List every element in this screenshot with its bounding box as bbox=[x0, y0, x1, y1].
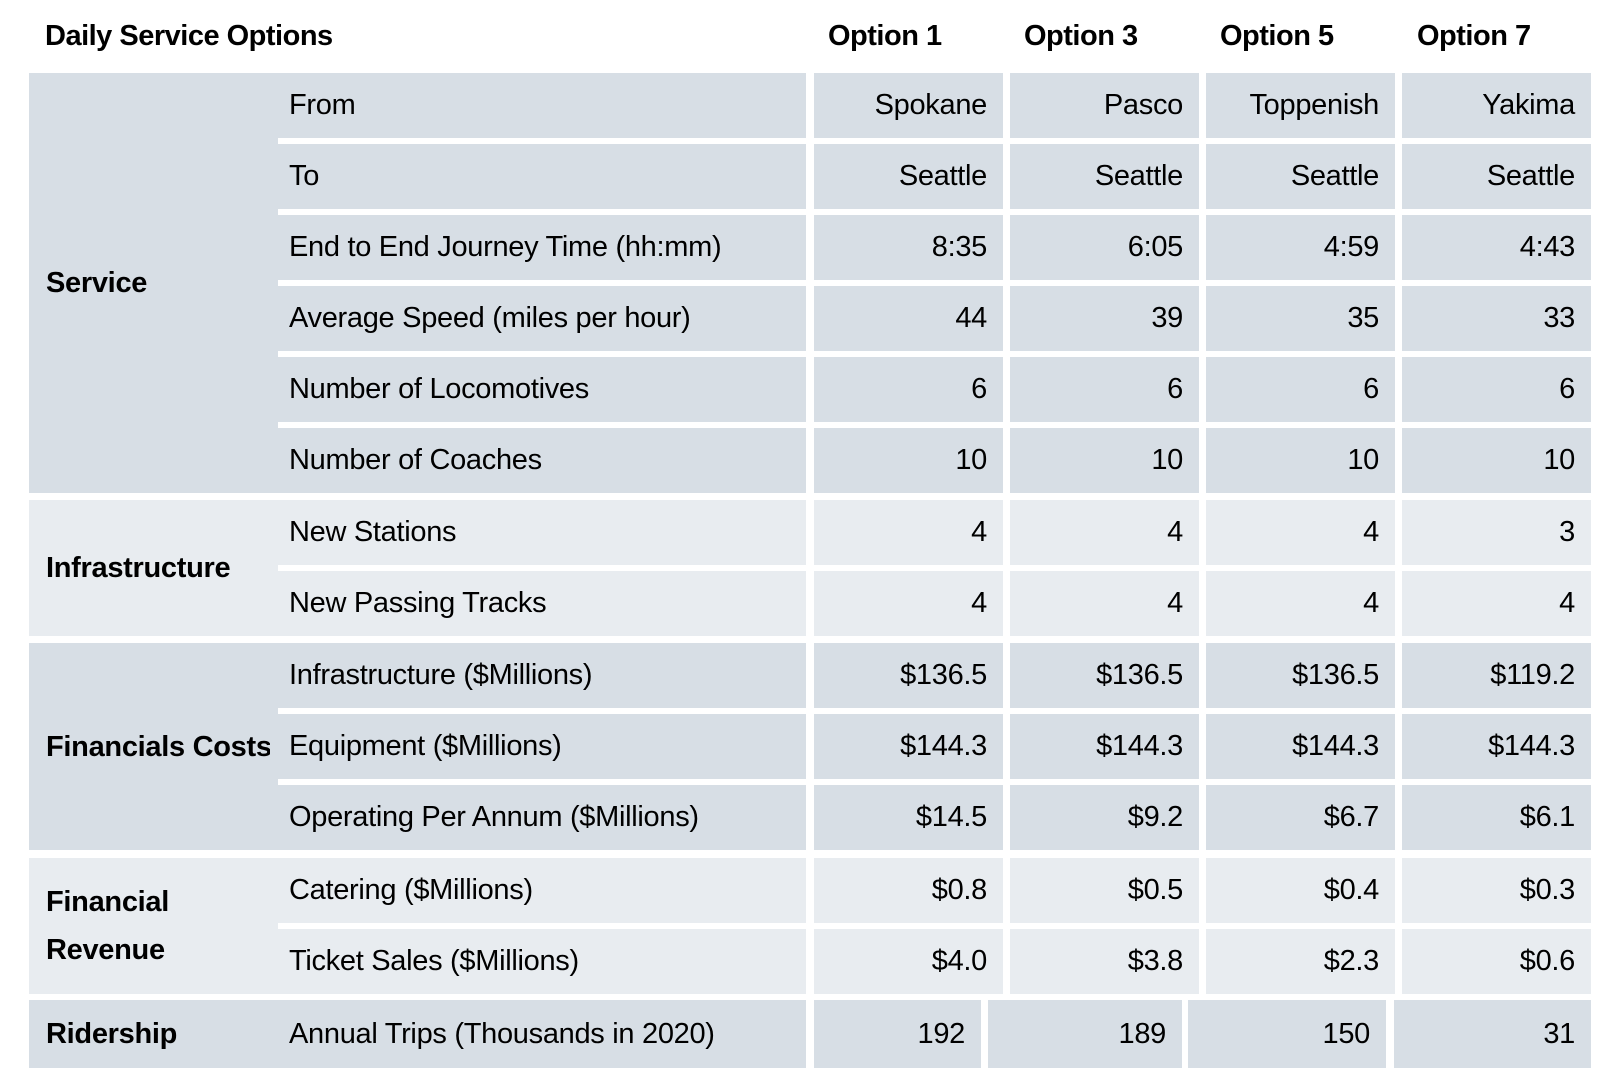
cell-option-1: $136.5 bbox=[814, 643, 1003, 708]
cell-option-3: Seattle bbox=[1010, 144, 1199, 209]
row-label: To bbox=[270, 144, 806, 209]
cell-option-7: 4 bbox=[1402, 571, 1591, 636]
cell-option-7: $0.3 bbox=[1402, 858, 1591, 923]
cell-option-1: 192 bbox=[814, 1000, 981, 1068]
cell-option-1: $0.8 bbox=[814, 858, 1003, 923]
cell-option-1: Spokane bbox=[814, 73, 1003, 138]
cell-option-7: $144.3 bbox=[1402, 714, 1591, 779]
row-label: New Passing Tracks bbox=[270, 571, 806, 636]
cell-option-3: 6:05 bbox=[1010, 215, 1199, 280]
cell-option-1: 4 bbox=[814, 571, 1003, 636]
cell-option-5: 4 bbox=[1206, 500, 1395, 565]
group-service-label: Service bbox=[29, 73, 278, 493]
table-title: Daily Service Options bbox=[45, 20, 333, 52]
cell-option-7: Yakima bbox=[1402, 73, 1591, 138]
cell-option-3: $3.8 bbox=[1010, 929, 1199, 994]
cell-option-1: 10 bbox=[814, 428, 1003, 493]
cell-option-3: 10 bbox=[1010, 428, 1199, 493]
row-label: Ticket Sales ($Millions) bbox=[270, 929, 806, 994]
cell-option-7: 31 bbox=[1394, 1000, 1591, 1068]
cell-option-5: $0.4 bbox=[1206, 858, 1395, 923]
cell-option-3: $9.2 bbox=[1010, 785, 1199, 850]
row-label: Operating Per Annum ($Millions) bbox=[270, 785, 806, 850]
row-label: Average Speed (miles per hour) bbox=[270, 286, 806, 351]
row-label: From bbox=[270, 73, 806, 138]
cell-option-7: 6 bbox=[1402, 357, 1591, 422]
cell-option-1: 8:35 bbox=[814, 215, 1003, 280]
cell-option-3: 4 bbox=[1010, 571, 1199, 636]
cell-option-5: 4 bbox=[1206, 571, 1395, 636]
cell-option-7: Seattle bbox=[1402, 144, 1591, 209]
cell-option-7: $119.2 bbox=[1402, 643, 1591, 708]
cell-option-1: 44 bbox=[814, 286, 1003, 351]
cell-option-3: $0.5 bbox=[1010, 858, 1199, 923]
cell-option-7: $0.6 bbox=[1402, 929, 1591, 994]
cell-option-3: 39 bbox=[1010, 286, 1199, 351]
cell-option-1: 4 bbox=[814, 500, 1003, 565]
group-ridership-label: Ridership bbox=[29, 1000, 278, 1068]
cell-option-1: $144.3 bbox=[814, 714, 1003, 779]
row-label: Infrastructure ($Millions) bbox=[270, 643, 806, 708]
cell-option-5: $136.5 bbox=[1206, 643, 1395, 708]
cell-option-5: Toppenish bbox=[1206, 73, 1395, 138]
column-header-option-5: Option 5 bbox=[1220, 20, 1334, 52]
cell-option-3: 189 bbox=[988, 1000, 1182, 1068]
row-label: New Stations bbox=[270, 500, 806, 565]
cell-option-7: 10 bbox=[1402, 428, 1591, 493]
group-infrastructure-label: Infrastructure bbox=[29, 500, 278, 636]
cell-option-5: $144.3 bbox=[1206, 714, 1395, 779]
row-label: End to End Journey Time (hh:mm) bbox=[270, 215, 806, 280]
cell-option-1: 6 bbox=[814, 357, 1003, 422]
cell-option-7: 33 bbox=[1402, 286, 1591, 351]
group-financial-revenue-label: Financial Revenue bbox=[29, 858, 278, 994]
cell-option-1: Seattle bbox=[814, 144, 1003, 209]
row-label: Number of Locomotives bbox=[270, 357, 806, 422]
cell-option-3: $136.5 bbox=[1010, 643, 1199, 708]
row-label: Number of Coaches bbox=[270, 428, 806, 493]
cell-option-7: $6.1 bbox=[1402, 785, 1591, 850]
column-header-option-3: Option 3 bbox=[1024, 20, 1138, 52]
cell-option-1: $4.0 bbox=[814, 929, 1003, 994]
cell-option-5: Seattle bbox=[1206, 144, 1395, 209]
cell-option-7: 3 bbox=[1402, 500, 1591, 565]
column-header-option-7: Option 7 bbox=[1417, 20, 1531, 52]
cell-option-5: 4:59 bbox=[1206, 215, 1395, 280]
row-label: Equipment ($Millions) bbox=[270, 714, 806, 779]
cell-option-3: $144.3 bbox=[1010, 714, 1199, 779]
cell-option-7: 4:43 bbox=[1402, 215, 1591, 280]
group-financials-costs-label: Financials Costs bbox=[29, 643, 278, 850]
cell-option-5: 10 bbox=[1206, 428, 1395, 493]
row-label: Catering ($Millions) bbox=[270, 858, 806, 923]
row-label: Annual Trips (Thousands in 2020) bbox=[270, 1000, 806, 1068]
cell-option-5: 150 bbox=[1188, 1000, 1386, 1068]
cell-option-1: $14.5 bbox=[814, 785, 1003, 850]
cell-option-5: $2.3 bbox=[1206, 929, 1395, 994]
cell-option-5: 35 bbox=[1206, 286, 1395, 351]
cell-option-3: 4 bbox=[1010, 500, 1199, 565]
cell-option-3: Pasco bbox=[1010, 73, 1199, 138]
cell-option-3: 6 bbox=[1010, 357, 1199, 422]
column-header-option-1: Option 1 bbox=[828, 20, 942, 52]
cell-option-5: 6 bbox=[1206, 357, 1395, 422]
cell-option-5: $6.7 bbox=[1206, 785, 1395, 850]
